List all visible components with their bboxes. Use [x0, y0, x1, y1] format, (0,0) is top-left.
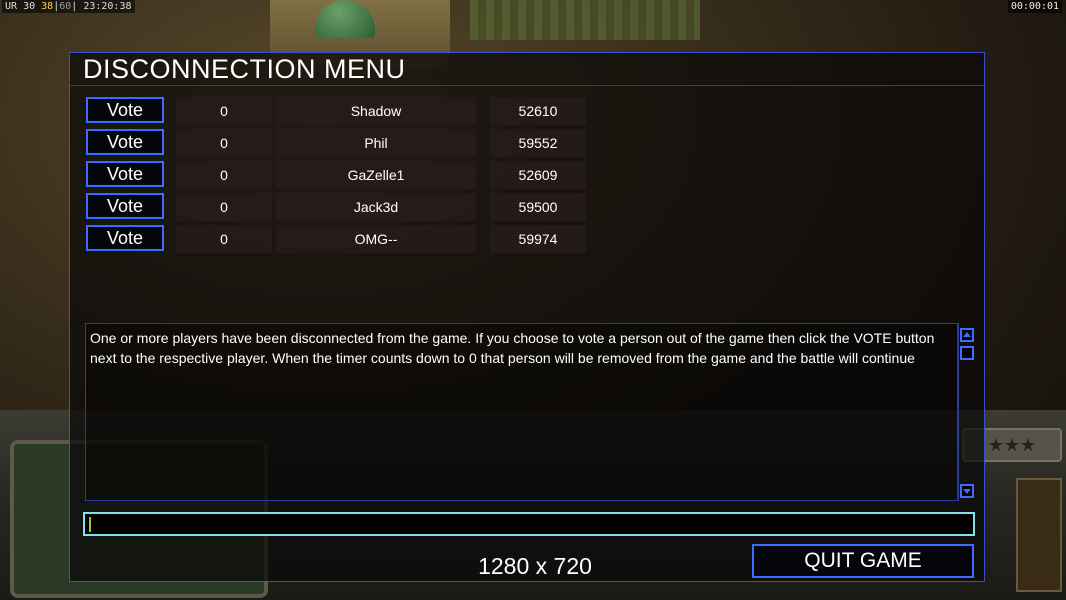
quit-game-button[interactable]: QUIT GAME — [752, 544, 974, 578]
background-terrain — [470, 0, 700, 40]
vote-button[interactable]: Vote — [86, 97, 164, 123]
fps-stats: UR 30 38|60| 23:20:38 — [2, 0, 135, 13]
title-divider — [70, 85, 984, 86]
player-name: Shadow — [276, 97, 476, 125]
scroll-up-icon[interactable] — [960, 328, 974, 342]
dialog-title: DISCONNECTION MENU — [83, 54, 406, 84]
scroll-down-icon[interactable] — [960, 484, 974, 498]
stats-prefix: UR — [5, 1, 18, 12]
vote-button[interactable]: Vote — [86, 129, 164, 155]
player-name: GaZelle1 — [276, 161, 476, 189]
player-ping: 59974 — [490, 225, 586, 253]
player-name: Phil — [276, 129, 476, 157]
vote-count: 0 — [176, 129, 272, 157]
disconnection-dialog: DISCONNECTION MENU Vote 0 Shadow 52610 V… — [69, 52, 985, 582]
stats-clock: 23:20:38 — [83, 1, 132, 12]
vote-count: 0 — [176, 97, 272, 125]
vote-button[interactable]: Vote — [86, 161, 164, 187]
stats-value-3: 60 — [59, 1, 72, 12]
text-caret — [89, 517, 91, 532]
player-name: OMG-- — [276, 225, 476, 253]
chat-input[interactable] — [83, 512, 975, 536]
player-name: Jack3d — [276, 193, 476, 221]
player-ping: 52609 — [490, 161, 586, 189]
resolution-label: 1280 x 720 — [478, 553, 592, 579]
stats-value-2: 38 — [41, 1, 54, 12]
vote-button[interactable]: Vote — [86, 225, 164, 251]
player-ping: 59552 — [490, 129, 586, 157]
player-ping: 52610 — [490, 97, 586, 125]
vote-count: 0 — [176, 225, 272, 253]
message-scrollbar[interactable] — [957, 324, 977, 500]
vote-count: 0 — [176, 161, 272, 189]
game-hud-power-meter — [1016, 478, 1062, 592]
vote-button[interactable]: Vote — [86, 193, 164, 219]
message-box: One or more players have been disconnect… — [85, 323, 974, 501]
scroll-thumb[interactable] — [960, 346, 974, 360]
stats-value-1: 30 — [23, 1, 36, 12]
disconnect-message: One or more players have been disconnect… — [90, 330, 935, 366]
vote-count: 0 — [176, 193, 272, 221]
game-timer: 00:00:01 — [1007, 0, 1062, 13]
player-ping: 59500 — [490, 193, 586, 221]
